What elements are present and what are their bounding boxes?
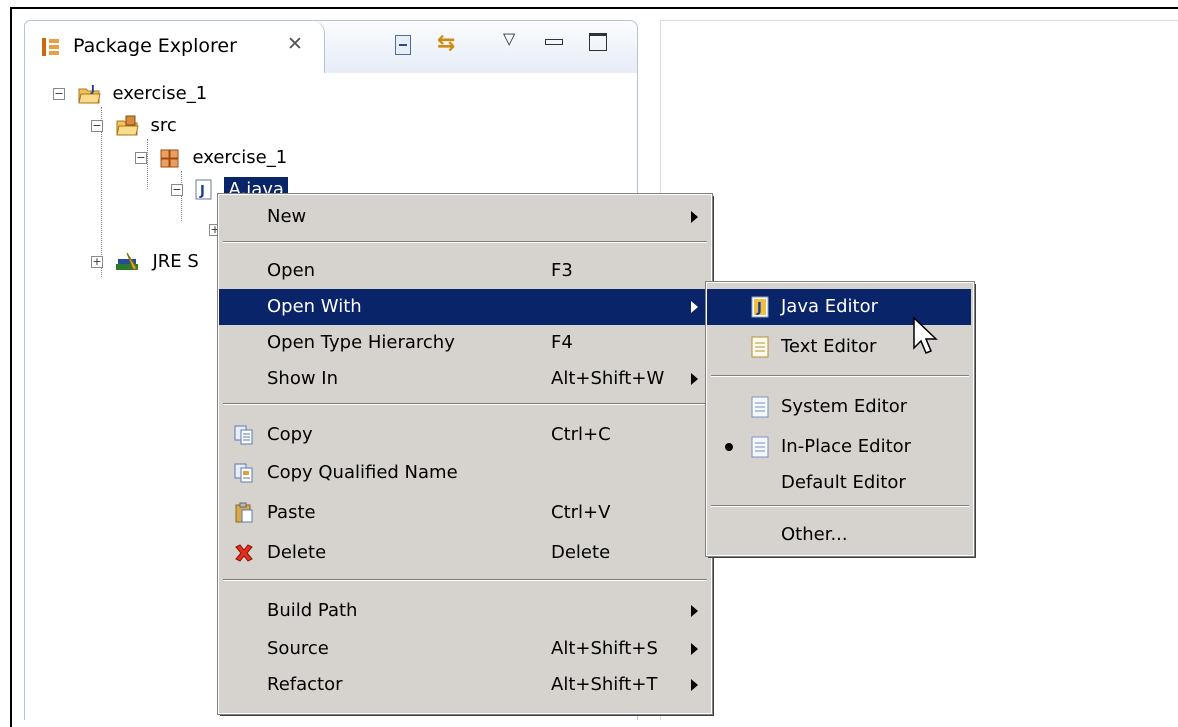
tree-item-label: src <box>150 115 177 136</box>
link-with-editor-icon[interactable]: ⇆ <box>437 31 455 56</box>
submenu-item-system-editor[interactable]: System Editor <box>707 389 971 425</box>
close-view-icon[interactable]: ✕ <box>287 33 303 55</box>
library-icon <box>115 252 138 270</box>
menu-separator <box>223 579 707 581</box>
menu-item-label: Source <box>267 638 329 659</box>
tree-item-label: JRE S <box>152 251 199 272</box>
menu-item-new[interactable]: New <box>219 199 709 235</box>
collapse-toggle[interactable]: − <box>135 152 147 164</box>
source-folder-icon <box>116 115 139 136</box>
collapse-toggle[interactable]: − <box>171 184 183 196</box>
mouse-cursor-icon <box>913 316 938 354</box>
menu-item-delete[interactable]: Delete Delete <box>219 535 709 571</box>
menu-item-accelerator: Delete <box>551 542 611 563</box>
menu-item-label: Refactor <box>267 674 343 695</box>
submenu-arrow-icon <box>691 605 698 617</box>
system-editor-icon <box>751 396 769 418</box>
delete-icon <box>235 544 253 562</box>
menu-item-copy[interactable]: Copy Ctrl+C <box>219 417 709 453</box>
menu-item-refactor[interactable]: Refactor Alt+Shift+T <box>219 667 709 703</box>
svg-text:J: J <box>756 301 762 316</box>
context-menu: New Open F3 Open With Open Type Hierarch… <box>217 193 713 715</box>
menu-item-label: Open Type Hierarchy <box>267 332 455 353</box>
tree-item-label: exercise_1 <box>112 83 208 104</box>
svg-text:J: J <box>90 84 95 95</box>
menu-item-build-path[interactable]: Build Path <box>219 593 709 629</box>
package-icon <box>160 149 179 168</box>
menu-item-label: Show In <box>267 368 339 389</box>
menu-item-open-type-hierarchy[interactable]: Open Type Hierarchy F4 <box>219 325 709 361</box>
menu-item-show-in[interactable]: Show In Alt+Shift+W <box>219 361 709 397</box>
tree-item-src[interactable]: − src <box>91 115 177 137</box>
menu-item-accelerator: Ctrl+C <box>551 424 611 445</box>
tree-item-project[interactable]: − J exercise_1 <box>53 83 207 105</box>
tree-item-package[interactable]: − exercise_1 <box>135 147 287 169</box>
tree-item-label: exercise_1 <box>192 147 288 168</box>
menu-separator <box>223 403 707 405</box>
menu-separator <box>711 375 969 377</box>
menu-item-paste[interactable]: Paste Ctrl+V <box>219 495 709 531</box>
collapse-toggle[interactable]: − <box>53 88 65 100</box>
menu-item-open-with[interactable]: Open With <box>219 289 709 325</box>
tree-item-jre[interactable]: + JRE S <box>91 251 199 273</box>
submenu-item-inplace-editor[interactable]: In-Place Editor <box>707 429 971 465</box>
package-explorer-tab[interactable]: Package Explorer ✕ <box>25 21 325 73</box>
menu-item-accelerator: Alt+Shift+S <box>551 638 658 659</box>
svg-text:J: J <box>199 184 205 199</box>
menu-item-label: Paste <box>267 502 316 523</box>
menu-item-label: New <box>267 206 307 227</box>
menu-item-accelerator: Ctrl+V <box>551 502 611 523</box>
collapse-all-icon[interactable] <box>395 35 411 55</box>
menu-item-copy-qualified-name[interactable]: Copy Qualified Name <box>219 455 709 491</box>
submenu-item-other[interactable]: Other... <box>707 517 971 553</box>
collapse-toggle[interactable]: − <box>91 120 103 132</box>
java-editor-icon: J <box>751 296 769 318</box>
view-tab-bar: Package Explorer ✕ ⇆ ▽ <box>25 21 637 73</box>
copy-icon <box>234 425 253 445</box>
java-file-icon: J <box>195 179 212 200</box>
text-editor-icon <box>751 336 769 358</box>
view-title: Package Explorer <box>73 35 237 57</box>
menu-item-accelerator: F3 <box>551 260 573 281</box>
submenu-arrow-icon <box>691 211 698 223</box>
selected-radio-bullet <box>725 443 733 451</box>
submenu-arrow-icon <box>691 679 698 691</box>
menu-item-accelerator: Alt+Shift+T <box>551 674 658 695</box>
menu-separator <box>711 505 969 507</box>
minimize-icon[interactable] <box>545 39 563 45</box>
inplace-editor-icon <box>751 436 769 458</box>
menu-item-label: Copy Qualified Name <box>267 462 458 483</box>
menu-item-label: Delete <box>267 542 327 563</box>
menu-item-source[interactable]: Source Alt+Shift+S <box>219 631 709 667</box>
submenu-item-label: Other... <box>781 524 848 545</box>
submenu-arrow-icon <box>691 373 698 385</box>
menu-item-label: Open <box>267 260 316 281</box>
menu-item-accelerator: Alt+Shift+W <box>551 368 665 389</box>
submenu-item-default-editor[interactable]: Default Editor <box>707 465 971 501</box>
menu-item-label: Build Path <box>267 600 358 621</box>
copy-qualified-name-icon <box>234 463 253 483</box>
submenu-item-label: Text Editor <box>781 336 877 357</box>
submenu-item-label: Java Editor <box>781 296 879 317</box>
submenu-item-label: System Editor <box>781 396 908 417</box>
paste-icon <box>235 502 253 523</box>
java-project-icon: J <box>78 84 101 104</box>
submenu-item-label: In-Place Editor <box>781 436 912 457</box>
menu-item-label: Copy <box>267 424 313 445</box>
view-menu-icon[interactable]: ▽ <box>503 29 515 48</box>
menu-item-open[interactable]: Open F3 <box>219 253 709 289</box>
menu-item-label: Open With <box>267 296 362 317</box>
expand-toggle[interactable]: + <box>91 256 103 268</box>
submenu-item-label: Default Editor <box>781 472 906 493</box>
menu-item-accelerator: F4 <box>551 332 573 353</box>
package-explorer-icon <box>42 38 59 56</box>
submenu-arrow-icon <box>691 301 698 313</box>
maximize-icon[interactable] <box>589 33 607 51</box>
menu-separator <box>223 241 707 243</box>
submenu-arrow-icon <box>691 643 698 655</box>
